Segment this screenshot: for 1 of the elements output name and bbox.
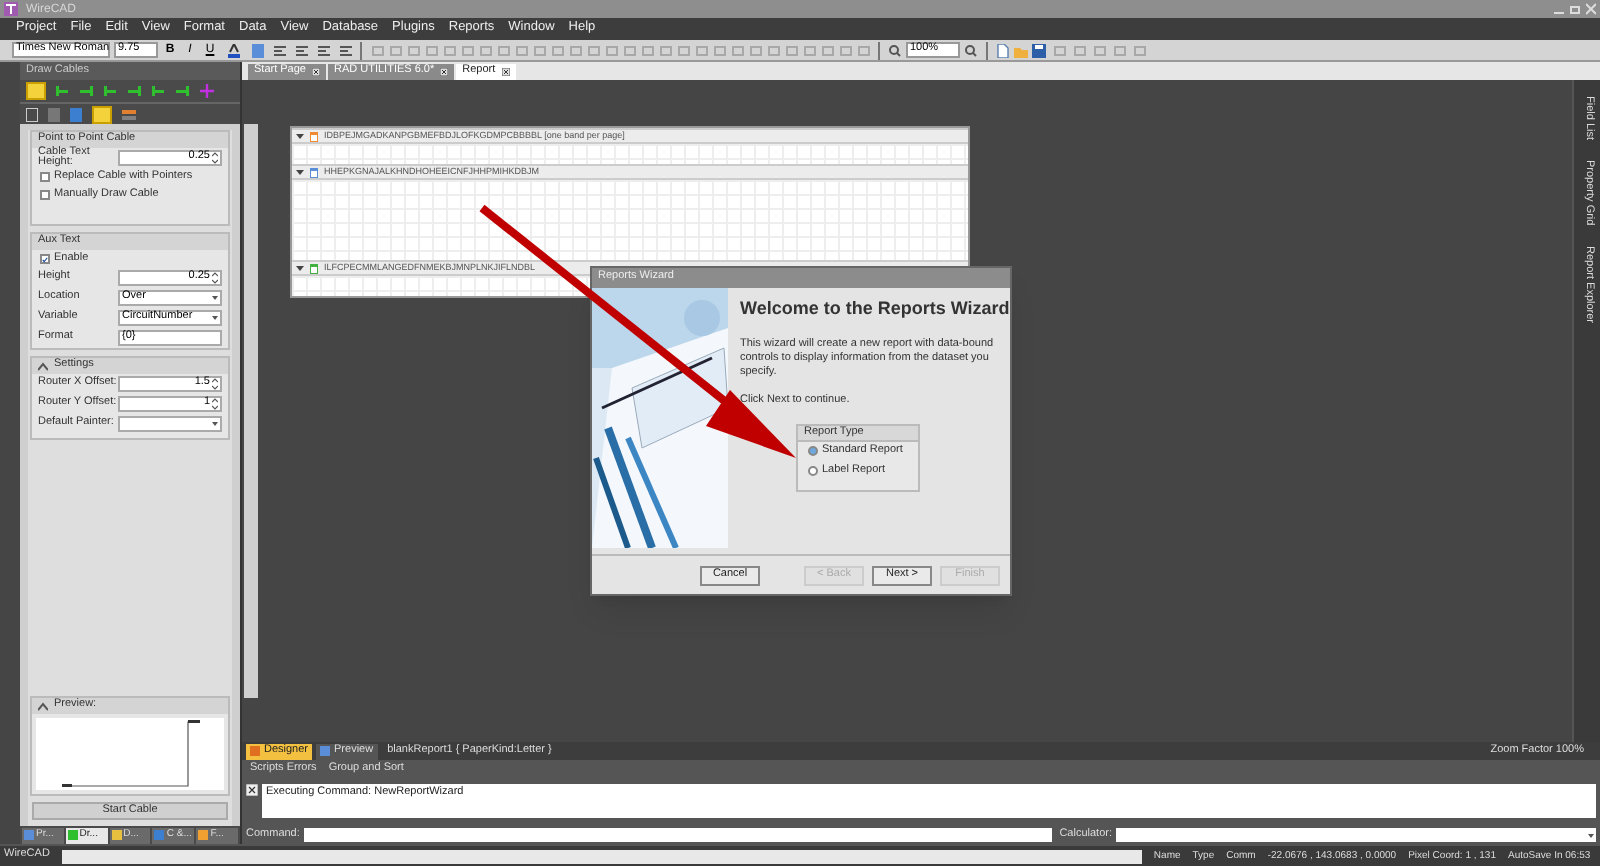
dialog-heading: Welcome to the Reports Wizard: [740, 300, 1010, 318]
